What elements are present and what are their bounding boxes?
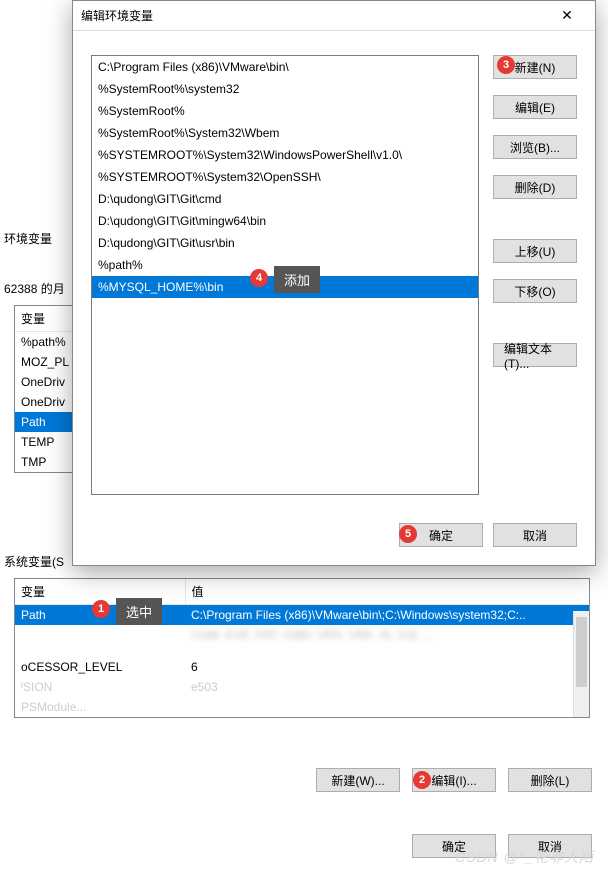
move-up-button[interactable]: 上移(U): [493, 239, 577, 263]
anno-tip-1: 选中: [116, 598, 162, 625]
path-row[interactable]: D:\qudong\GIT\Git\cmd: [92, 188, 478, 210]
move-down-button[interactable]: 下移(O): [493, 279, 577, 303]
dialog-title-text: 编辑环境变量: [81, 7, 153, 24]
path-row[interactable]: D:\qudong\GIT\Git\usr\bin: [92, 232, 478, 254]
dialog-titlebar[interactable]: 编辑环境变量 ✕: [73, 1, 595, 31]
close-icon[interactable]: ✕: [547, 2, 587, 30]
edit-text-button[interactable]: 编辑文本(T)...: [493, 343, 577, 367]
dialog-cancel-button[interactable]: 取消: [493, 523, 577, 547]
anno-badge-4: 4: [250, 269, 268, 287]
dialog-footer: 确定 取消: [399, 523, 577, 547]
anno-tip-4: 添加: [274, 266, 320, 293]
delete-button[interactable]: 删除(D): [493, 175, 577, 199]
sys-var-row[interactable]: ᴵSIONe503: [15, 677, 589, 697]
sys-vars-table[interactable]: 变量 值 PathC:\Program Files (x86)\VMware\b…: [14, 578, 590, 718]
path-row[interactable]: C:\Program Files (x86)\VMware\bin\: [92, 56, 478, 78]
edit-env-dialog: 编辑环境变量 ✕ C:\Program Files (x86)\VMware\b…: [72, 0, 596, 566]
dialog-side-buttons: 新建(N) 编辑(E) 浏览(B)... 删除(D) 上移(U) 下移(O) 编…: [493, 55, 577, 383]
anno-badge-2: 2: [413, 771, 431, 789]
path-row[interactable]: D:\qudong\GIT\Git\mingw64\bin: [92, 210, 478, 232]
path-row[interactable]: %SYSTEMROOT%\System32\WindowsPowerShell\…: [92, 144, 478, 166]
sys-var-row[interactable]: [15, 651, 589, 657]
sys-new-button[interactable]: 新建(W)...: [316, 768, 400, 792]
path-row[interactable]: %SystemRoot%\System32\Wbem: [92, 122, 478, 144]
anno-badge-5: 5: [399, 525, 417, 543]
sys-section-label: 系统变量(S: [4, 553, 64, 570]
sys-col-value[interactable]: 值: [185, 579, 589, 605]
edit-button[interactable]: 编辑(E): [493, 95, 577, 119]
sys-scrollbar[interactable]: [573, 611, 589, 717]
sys-var-row[interactable]: PSModule...: [15, 697, 589, 717]
path-row[interactable]: %SystemRoot%\system32: [92, 78, 478, 100]
sys-var-row[interactable]: ᴏCESSOR_LEVEL6: [15, 657, 589, 677]
watermark: CSDN @*_花非人陌: [455, 847, 594, 867]
browse-button[interactable]: 浏览(B)...: [493, 135, 577, 159]
env-section-label: 环境变量: [4, 230, 52, 247]
sys-button-row: 新建(W)... 编辑(I)... 删除(L): [0, 768, 592, 792]
user-section-label: 62388 的月: [4, 280, 65, 297]
path-row[interactable]: %SystemRoot%: [92, 100, 478, 122]
sys-var-row[interactable]: COM. EVE. PAT. CMD. VRS. VRE. IS. ICE ..…: [15, 625, 589, 645]
path-row[interactable]: %SYSTEMROOT%\System32\OpenSSH\: [92, 166, 478, 188]
anno-badge-1: 1: [92, 600, 110, 618]
sys-delete-button[interactable]: 删除(L): [508, 768, 592, 792]
sys-scroll-thumb[interactable]: [576, 617, 587, 687]
anno-badge-3: 3: [497, 56, 515, 74]
